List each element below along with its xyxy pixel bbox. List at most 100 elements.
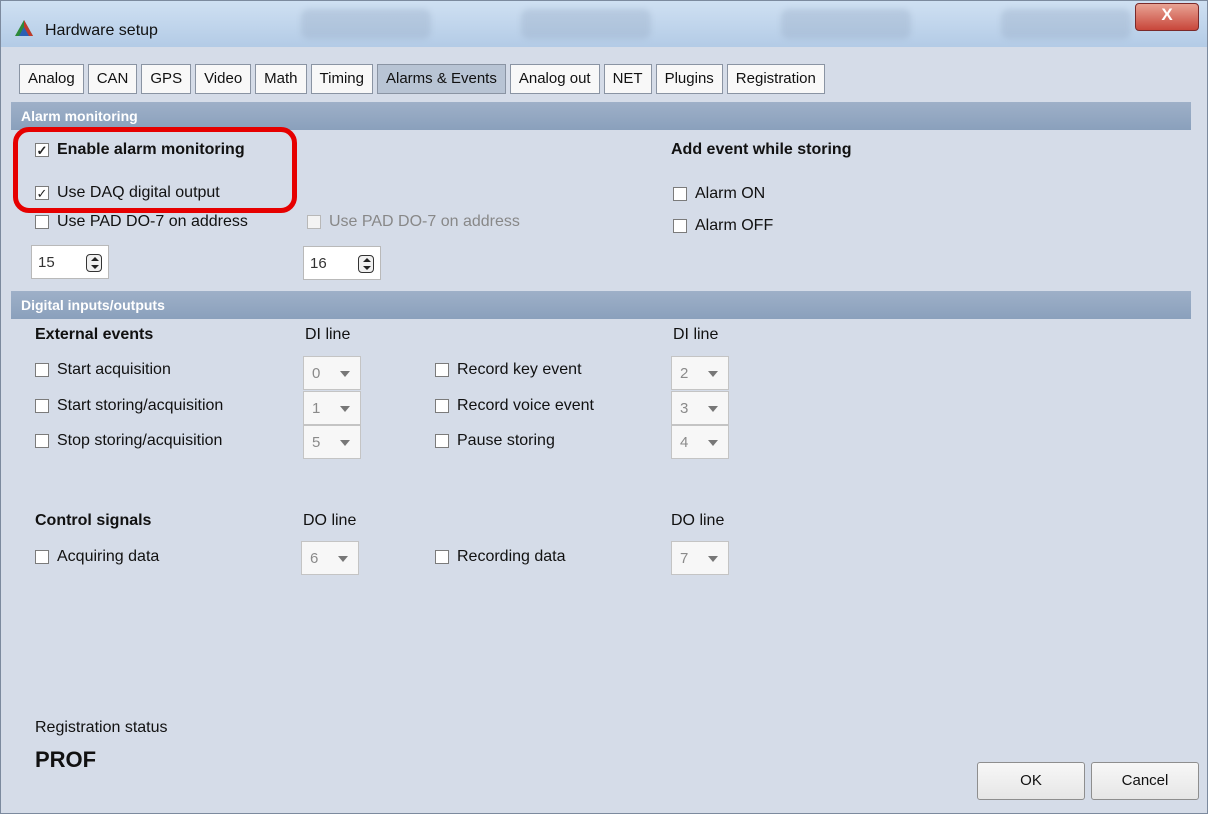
checkbox-checked-icon: ✓ [35, 142, 49, 158]
checkbox-unchecked-icon [673, 219, 687, 233]
select-value: 5 [312, 434, 321, 451]
record-voice-di-select[interactable]: 3 [671, 391, 729, 425]
pad-address-spinbox-2[interactable]: 16 [303, 246, 381, 280]
tab-can[interactable]: CAN [87, 64, 138, 94]
start-acquisition-checkbox[interactable]: Start acquisition [35, 361, 171, 379]
select-value: 2 [680, 365, 689, 382]
background-blur [1001, 9, 1131, 39]
recording-data-do-select[interactable]: 7 [671, 541, 729, 575]
checkbox-unchecked-icon [35, 434, 49, 448]
tab-gps[interactable]: GPS [141, 64, 192, 94]
close-button[interactable]: X [1135, 3, 1199, 31]
background-blur [781, 9, 911, 39]
checkbox-label: Record key event [457, 361, 582, 378]
tab-analog[interactable]: Analog [19, 64, 84, 94]
checkbox-unchecked-icon [35, 550, 49, 564]
spinbox-value: 16 [310, 255, 327, 272]
stop-storing-di-select[interactable]: 5 [303, 425, 361, 459]
checkbox-label: Alarm ON [695, 185, 766, 202]
spin-arrows-icon[interactable] [86, 254, 102, 272]
ok-button[interactable]: OK [977, 762, 1085, 800]
dropdown-arrow-icon [340, 406, 350, 412]
do-line-label-2: DO line [671, 512, 725, 529]
tab-bar: Analog CAN GPS Video Math Timing Alarms … [19, 64, 829, 94]
start-storing-checkbox[interactable]: Start storing/acquisition [35, 397, 223, 415]
checkbox-unchecked-icon [35, 363, 49, 377]
dropdown-arrow-icon [708, 440, 718, 446]
background-blur [521, 9, 651, 39]
digital-io-header: Digital inputs/outputs [11, 291, 1191, 319]
dialog-client-area: Analog CAN GPS Video Math Timing Alarms … [9, 47, 1199, 807]
tab-registration[interactable]: Registration [726, 64, 825, 94]
tab-timing[interactable]: Timing [310, 64, 373, 94]
checkbox-label: Record voice event [457, 397, 594, 414]
hardware-setup-window: Hardware setup X Analog CAN GPS Video Ma… [0, 0, 1208, 814]
tab-video[interactable]: Video [195, 64, 252, 94]
checkbox-label: Use PAD DO-7 on address [57, 213, 248, 230]
record-voice-event-checkbox[interactable]: Record voice event [435, 397, 594, 415]
select-value: 6 [310, 550, 319, 567]
tab-net[interactable]: NET [603, 64, 652, 94]
stop-storing-checkbox[interactable]: Stop storing/acquisition [35, 432, 222, 450]
tab-alarms-events[interactable]: Alarms & Events [376, 64, 506, 94]
registration-status-value: PROF [35, 747, 97, 772]
use-pad-do7-checkbox-2[interactable]: Use PAD DO-7 on address [307, 213, 520, 231]
di-line-label-2: DI line [673, 326, 719, 343]
close-icon: X [1161, 5, 1173, 24]
app-logo-icon [15, 20, 33, 36]
checkbox-checked-icon: ✓ [35, 185, 49, 201]
use-pad-do7-checkbox[interactable]: Use PAD DO-7 on address [35, 213, 248, 231]
checkbox-label: Acquiring data [57, 548, 160, 565]
do-line-label: DO line [303, 512, 357, 529]
window-title: Hardware setup [45, 22, 158, 39]
pause-storing-di-select[interactable]: 4 [671, 425, 729, 459]
checkbox-label: Use PAD DO-7 on address [329, 213, 520, 230]
tab-plugins[interactable]: Plugins [655, 64, 723, 94]
start-storing-di-select[interactable]: 1 [303, 391, 361, 425]
start-acquisition-di-select[interactable]: 0 [303, 356, 361, 390]
checkbox-unchecked-icon [307, 215, 321, 229]
acquiring-data-do-select[interactable]: 6 [301, 541, 359, 575]
checkbox-unchecked-icon [35, 215, 49, 229]
use-daq-digital-output-checkbox[interactable]: ✓ Use DAQ digital output [35, 184, 220, 202]
checkbox-label: Start storing/acquisition [57, 397, 224, 414]
di-line-label: DI line [305, 326, 351, 343]
dropdown-arrow-icon [708, 556, 718, 562]
select-value: 3 [680, 400, 689, 417]
record-key-event-checkbox[interactable]: Record key event [435, 361, 582, 379]
checkbox-label: Recording data [457, 548, 566, 565]
checkbox-unchecked-icon [435, 550, 449, 564]
alarm-off-checkbox[interactable]: Alarm OFF [673, 217, 773, 235]
dropdown-arrow-icon [708, 406, 718, 412]
control-signals-title: Control signals [35, 512, 152, 529]
checkbox-label: Pause storing [457, 432, 555, 449]
recording-data-checkbox[interactable]: Recording data [435, 548, 566, 566]
select-value: 7 [680, 550, 689, 567]
tab-math[interactable]: Math [255, 64, 307, 94]
external-events-title: External events [35, 326, 154, 343]
spinbox-value: 15 [38, 254, 55, 271]
registration-status-label: Registration status [35, 719, 168, 736]
acquiring-data-checkbox[interactable]: Acquiring data [35, 548, 159, 566]
select-value: 1 [312, 400, 321, 417]
background-blur [301, 9, 431, 39]
checkbox-label: Alarm OFF [695, 217, 774, 234]
checkbox-unchecked-icon [673, 187, 687, 201]
spin-arrows-icon[interactable] [358, 255, 374, 273]
pause-storing-checkbox[interactable]: Pause storing [435, 432, 555, 450]
alarm-on-checkbox[interactable]: Alarm ON [673, 185, 765, 203]
record-key-di-select[interactable]: 2 [671, 356, 729, 390]
dropdown-arrow-icon [340, 371, 350, 377]
checkbox-label: Start acquisition [57, 361, 171, 378]
title-bar: Hardware setup X [1, 1, 1207, 47]
tab-analog-out[interactable]: Analog out [509, 64, 600, 94]
pad-address-spinbox[interactable]: 15 [31, 245, 109, 279]
dropdown-arrow-icon [340, 440, 350, 446]
checkbox-label: Enable alarm monitoring [57, 141, 245, 158]
checkbox-unchecked-icon [435, 363, 449, 377]
cancel-button[interactable]: Cancel [1091, 762, 1199, 800]
enable-alarm-monitoring-checkbox[interactable]: ✓ Enable alarm monitoring [35, 141, 245, 159]
checkbox-label: Stop storing/acquisition [57, 432, 223, 449]
add-event-while-storing-title: Add event while storing [671, 141, 852, 158]
checkbox-unchecked-icon [435, 434, 449, 448]
